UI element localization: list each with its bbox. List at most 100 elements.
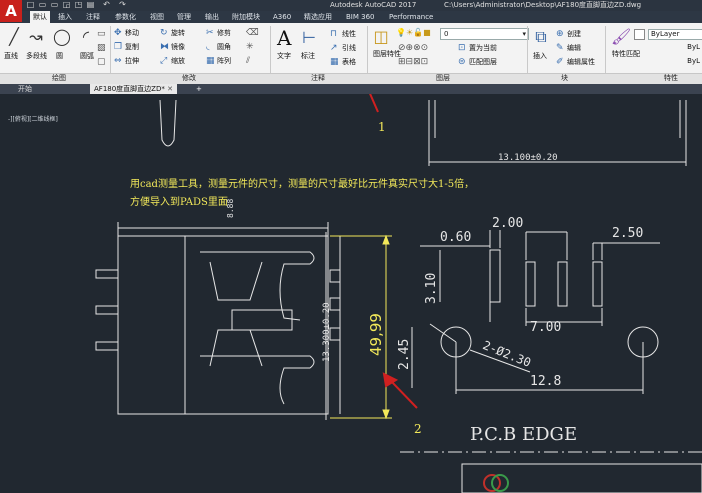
- polyline-button[interactable]: 多段线: [26, 52, 47, 61]
- move-icon: ✥: [114, 28, 122, 38]
- tab-bim360[interactable]: BIM 360: [346, 11, 375, 23]
- connector-body: [117, 235, 329, 415]
- close-tab-icon[interactable]: ✕: [167, 85, 173, 93]
- mirror-button[interactable]: 镜像: [171, 43, 185, 52]
- new-tab-button[interactable]: +: [192, 84, 206, 94]
- hatch-icon[interactable]: ▨: [97, 44, 106, 53]
- move-button[interactable]: 移动: [125, 29, 139, 38]
- application-menu-button[interactable]: A: [0, 0, 22, 22]
- layer-dropdown[interactable]: 0 ▾: [440, 28, 529, 40]
- text-button[interactable]: 文字: [277, 52, 291, 61]
- callout-number-1: 1: [378, 120, 386, 134]
- undo-icon[interactable]: ↶: [102, 0, 111, 10]
- callout-arrow-1: [369, 94, 379, 113]
- table-button[interactable]: 表格: [342, 58, 356, 67]
- scale-icon: ⤢: [160, 56, 168, 66]
- edit-block-icon: ✎: [556, 43, 564, 53]
- dim-top-width: 13.100±0.20: [498, 153, 558, 163]
- tab-output[interactable]: 输出: [205, 11, 219, 23]
- top-left-pin-outline: [159, 99, 177, 147]
- linear-dropdown[interactable]: 线性: [342, 30, 356, 39]
- edit-attributes-button[interactable]: 编辑属性: [567, 58, 595, 67]
- leader-icon: ↗: [330, 43, 338, 53]
- save-icon[interactable]: ▭: [50, 0, 59, 10]
- pcb-dim-0-60: 0.60: [440, 230, 472, 245]
- match-properties-icon: 🖌: [611, 27, 632, 46]
- match-layer-button[interactable]: 匹配图层: [469, 58, 497, 67]
- layer-properties-button[interactable]: 图层特性: [373, 50, 401, 58]
- note-line-1: 用cad测量工具，测量元件的尺寸，测量的尺寸最好比元件真实尺寸大1-5倍，: [130, 179, 475, 190]
- color-dropdown[interactable]: ByLayer: [648, 29, 702, 40]
- save-as-icon[interactable]: ◲: [62, 0, 71, 10]
- tab-annotate[interactable]: 注释: [86, 11, 100, 23]
- line-icon: ╱: [9, 27, 19, 46]
- callout-arrow-2: [389, 379, 418, 409]
- viewport-label[interactable]: -][俯视][二维线框]: [8, 114, 58, 123]
- callout-number-2: 2: [414, 422, 422, 436]
- trim-button[interactable]: 修剪: [217, 29, 231, 38]
- offset-icon[interactable]: ⫽: [246, 57, 250, 66]
- app-title: Autodesk AutoCAD 2017: [330, 1, 417, 9]
- pin-3: [95, 341, 119, 351]
- linetype-dropdown[interactable]: ByL: [648, 43, 700, 52]
- erase-icon[interactable]: ⌫: [246, 29, 259, 38]
- open-file-icon[interactable]: ▭: [38, 0, 47, 10]
- tab-a360[interactable]: A360: [273, 11, 291, 23]
- note-line-2: 方便导入到PADS里面: [130, 197, 228, 208]
- panel-label-properties[interactable]: 特性: [664, 73, 678, 83]
- create-block-icon: ⊕: [556, 29, 564, 39]
- tab-insert[interactable]: 插入: [58, 11, 72, 23]
- tongue-lower: [209, 329, 263, 367]
- pcb-dim-12-8: 12.8: [530, 374, 562, 389]
- lineweight-dropdown[interactable]: ByL: [648, 57, 700, 66]
- array-button[interactable]: 阵列: [217, 57, 231, 66]
- linear-icon: ⊓: [330, 29, 338, 39]
- arc-button[interactable]: 圆弧: [80, 52, 94, 61]
- tab-performance[interactable]: Performance: [389, 11, 433, 23]
- copy-button[interactable]: 复制: [125, 43, 139, 52]
- layer-tools-row3-icons[interactable]: ⊞⊟⊠⊡: [398, 58, 428, 67]
- pcb-dim-7-00: 7.00: [530, 320, 562, 335]
- redo-icon[interactable]: ↷: [118, 0, 127, 10]
- drawing-canvas[interactable]: -][俯视][二维线框] 用cad测量工具，测量元件的尺寸，测量的尺寸最好比元件…: [0, 94, 702, 493]
- line-button[interactable]: 直线: [4, 52, 18, 61]
- array-icon: ▦: [206, 56, 215, 66]
- layer-state-icons[interactable]: 💡☀🔓■: [396, 28, 431, 37]
- drawing-tab-active[interactable]: AF180度直脚直边ZD* ✕: [90, 84, 177, 94]
- insert-block-button[interactable]: 插入: [533, 52, 547, 61]
- scale-button[interactable]: 缩放: [171, 57, 185, 66]
- dimension-button[interactable]: 标注: [301, 52, 315, 61]
- fillet-button[interactable]: 圆角: [217, 43, 231, 52]
- panel-label-block[interactable]: 块: [561, 73, 568, 83]
- stretch-button[interactable]: 拉伸: [125, 57, 139, 66]
- new-file-icon[interactable]: □: [26, 0, 35, 10]
- edit-block-button[interactable]: 编辑: [567, 44, 581, 53]
- create-block-button[interactable]: 创建: [567, 30, 581, 39]
- boundary-icon[interactable]: ▢: [97, 58, 106, 67]
- rotate-button[interactable]: 旋转: [171, 29, 185, 38]
- explode-icon[interactable]: ✳: [246, 43, 254, 52]
- plot-icon[interactable]: ▤: [86, 0, 95, 10]
- pcb-edge-label: P.C.B EDGE: [470, 424, 578, 445]
- tab-view[interactable]: 视图: [150, 11, 164, 23]
- circle-button[interactable]: 圆: [56, 52, 63, 61]
- pad-4: [592, 261, 603, 307]
- start-tab[interactable]: 开始: [14, 84, 36, 94]
- panel-label-annotation[interactable]: 注释: [311, 73, 325, 83]
- leader-dropdown[interactable]: 引线: [342, 44, 356, 53]
- panel-label-draw[interactable]: 绘图: [52, 73, 66, 83]
- tab-parametric[interactable]: 参数化: [115, 11, 136, 23]
- set-current-button[interactable]: 置为当前: [469, 44, 497, 53]
- web-save-icon[interactable]: ◳: [74, 0, 83, 10]
- tab-manage[interactable]: 管理: [177, 11, 191, 23]
- layer-tools-icons[interactable]: ⊘⊕⊗⊙: [398, 44, 428, 53]
- match-properties-button[interactable]: 特性匹配: [612, 50, 640, 58]
- tab-addins[interactable]: 附加模块: [232, 11, 260, 23]
- pcb-dim-3-10: 3.10: [424, 272, 439, 304]
- tab-default[interactable]: 默认: [30, 11, 50, 23]
- tab-featured-apps[interactable]: 精选应用: [304, 11, 332, 23]
- table-icon: ▦: [330, 57, 339, 67]
- panel-label-modify[interactable]: 修改: [182, 73, 196, 83]
- rectangle-icon[interactable]: ▭: [97, 30, 106, 39]
- panel-label-layers[interactable]: 图层: [436, 73, 450, 83]
